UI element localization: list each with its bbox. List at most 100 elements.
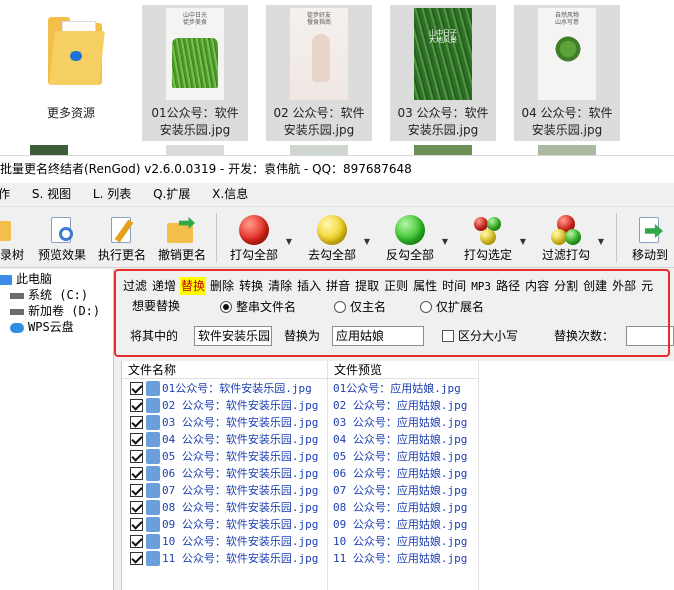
replace-input[interactable]: 应用姑娘 <box>332 326 424 346</box>
column-header-preview[interactable]: 文件预览 <box>328 361 478 379</box>
row-checkbox[interactable] <box>130 450 143 463</box>
image-file-icon <box>146 449 160 464</box>
image-tile-03[interactable]: 山中日子 大地风景 03 公众号：软件 安装乐园.jpg <box>390 5 496 141</box>
tile-label-line1: 03 公众号：软件 <box>397 106 489 120</box>
image-tile-02[interactable]: 徒步好友 慢食指南 02 公众号：软件 安装乐园.jpg <box>266 5 372 141</box>
check-selected-button[interactable]: 打勾选定 ▼ <box>462 213 526 267</box>
file-name: 09 公众号：软件安装乐园.jpg <box>162 518 319 531</box>
file-preview: 11 公众号：应用姑娘.jpg <box>333 552 468 565</box>
file-name: 05 公众号：软件安装乐园.jpg <box>162 450 319 463</box>
tab-attributes[interactable]: 属性 <box>412 277 438 295</box>
window-title-text: 批量更名终结者(RenGod) v2.6.0.0319 - 开发：袁伟航 - Q… <box>0 162 412 176</box>
image-file-icon <box>146 500 160 515</box>
chevron-down-icon[interactable]: ▼ <box>442 237 448 246</box>
preview-icon <box>47 215 77 245</box>
tab-clear[interactable]: 清除 <box>267 277 293 295</box>
directory-tree-button[interactable]: 录树 <box>0 213 30 267</box>
tree-item-drive-c[interactable]: 系统 (C:) <box>10 287 88 303</box>
tab-filter[interactable]: 过滤 <box>122 277 148 295</box>
table-row[interactable]: 04 公众号：软件安装乐园.jpg 04 公众号：应用姑娘.jpg <box>122 431 674 448</box>
table-row[interactable]: 08 公众号：软件安装乐园.jpg 08 公众号：应用姑娘.jpg <box>122 499 674 516</box>
tab-extract[interactable]: 提取 <box>354 277 380 295</box>
file-preview: 02 公众号：应用姑娘.jpg <box>333 399 468 412</box>
row-checkbox[interactable] <box>130 484 143 497</box>
chevron-down-icon[interactable]: ▼ <box>598 237 604 246</box>
tab-regex[interactable]: 正则 <box>383 277 409 295</box>
row-checkbox[interactable] <box>130 501 143 514</box>
tab-mp3[interactable]: MP3 <box>470 278 492 296</box>
cloud-icon <box>10 322 24 333</box>
image-thumbnail: 山中日光 徒步美食 <box>166 8 224 100</box>
rename-icon <box>107 215 137 245</box>
tile-label-line2: 安装乐园.jpg <box>531 123 603 137</box>
tab-split[interactable]: 分割 <box>553 277 579 295</box>
radio-extension-only[interactable]: 仅扩展名 <box>420 299 484 315</box>
table-row[interactable]: 01公众号：软件安装乐园.jpg 01公众号：应用姑娘.jpg <box>122 380 674 397</box>
invert-check-button[interactable]: 反勾全部 ▼ <box>384 213 448 267</box>
row-checkbox[interactable] <box>130 416 143 429</box>
row-checkbox[interactable] <box>130 518 143 531</box>
execute-rename-button[interactable]: 执行更名 <box>98 213 146 267</box>
image-thumbnail: 山中日子 大地风景 <box>414 8 472 100</box>
image-tile-01[interactable]: 山中日光 徒步美食 01公众号：软件 安装乐园.jpg <box>142 5 248 141</box>
table-row[interactable]: 06 公众号：软件安装乐园.jpg 06 公众号：应用姑娘.jpg <box>122 465 674 482</box>
table-row[interactable]: 05 公众号：软件安装乐园.jpg 05 公众号：应用姑娘.jpg <box>122 448 674 465</box>
rename-options-panel: 过滤 递增 替换 删除 转换 清除 插入 拼音 提取 正则 属性 时间 MP3 路径 内容 分割 创建 外部元 想… <box>114 269 674 359</box>
case-sensitive-checkbox[interactable]: 区分大小写 <box>442 327 518 345</box>
row-checkbox[interactable] <box>130 552 143 565</box>
image-tile-04[interactable]: 自然风物 山水写意 04 公众号：软件 安装乐园.jpg <box>514 5 620 141</box>
row-checkbox[interactable] <box>130 467 143 480</box>
table-row[interactable]: 03 公众号：软件安装乐园.jpg 03 公众号：应用姑娘.jpg <box>122 414 674 431</box>
folder-tile-more-resources[interactable]: 更多资源 <box>18 5 124 141</box>
row-checkbox[interactable] <box>130 433 143 446</box>
tab-delete[interactable]: 删除 <box>209 277 235 295</box>
check-all-button[interactable]: 打勾全部 ▼ <box>228 213 292 267</box>
tab-content[interactable]: 内容 <box>524 277 550 295</box>
menu-info[interactable]: X.信息 <box>212 183 248 205</box>
column-header-filename[interactable]: 文件名称 <box>122 361 327 379</box>
yellow-ball-icon <box>317 215 347 245</box>
tab-increment[interactable]: 递增 <box>151 277 177 295</box>
tab-pinyin[interactable]: 拼音 <box>325 277 351 295</box>
tree-item-this-pc[interactable]: 此电脑 <box>0 271 52 287</box>
undo-rename-button[interactable]: 撤销更名 <box>158 213 206 267</box>
replace-scope-title: 想要替换 <box>132 299 181 313</box>
table-row[interactable]: 11 公众号：软件安装乐园.jpg 11 公众号：应用姑娘.jpg <box>122 550 674 567</box>
tab-replace[interactable]: 替换 <box>180 277 207 295</box>
radio-whole-filename[interactable]: 整串文件名 <box>220 299 296 315</box>
image-file-icon <box>146 534 160 549</box>
tab-insert[interactable]: 插入 <box>296 277 322 295</box>
uncheck-all-button[interactable]: 去勾全部 ▼ <box>306 213 370 267</box>
chevron-down-icon[interactable]: ▼ <box>364 237 370 246</box>
tab-create[interactable]: 创建 <box>582 277 608 295</box>
tab-external[interactable]: 外部 <box>611 277 637 295</box>
table-row[interactable]: 09 公众号：软件安装乐园.jpg 09 公众号：应用姑娘.jpg <box>122 516 674 533</box>
tree-item-drive-d[interactable]: 新加卷 (D:) <box>10 303 100 319</box>
move-to-button[interactable]: 移动到 <box>630 213 670 267</box>
next-row-thumbnails <box>0 145 674 155</box>
chevron-down-icon[interactable]: ▼ <box>520 237 526 246</box>
row-checkbox[interactable] <box>130 399 143 412</box>
menu-view[interactable]: S. 视图 <box>32 183 71 205</box>
preview-effect-button[interactable]: 预览效果 <box>38 213 86 267</box>
tab-time[interactable]: 时间 <box>441 277 467 295</box>
menu-extend[interactable]: Q.扩展 <box>153 183 190 205</box>
window-title: 批量更名终结者(RenGod) v2.6.0.0319 - 开发：袁伟航 - Q… <box>0 156 674 183</box>
find-input[interactable]: 软件安装乐园 <box>194 326 272 346</box>
table-row[interactable]: 02 公众号：软件安装乐园.jpg 02 公众号：应用姑娘.jpg <box>122 397 674 414</box>
radio-main-name-only[interactable]: 仅主名 <box>334 299 386 315</box>
row-checkbox[interactable] <box>130 535 143 548</box>
green-ball-icon <box>395 215 425 245</box>
tab-convert[interactable]: 转换 <box>238 277 264 295</box>
filter-check-button[interactable]: 过滤打勾 ▼ <box>540 213 604 267</box>
menu-action[interactable]: 作 <box>0 183 10 205</box>
menu-list[interactable]: L. 列表 <box>93 183 131 205</box>
tab-path[interactable]: 路径 <box>495 277 521 295</box>
replace-count-input[interactable] <box>626 326 674 346</box>
chevron-down-icon[interactable]: ▼ <box>286 237 292 246</box>
table-row[interactable]: 07 公众号：软件安装乐园.jpg 07 公众号：应用姑娘.jpg <box>122 482 674 499</box>
table-row[interactable]: 10 公众号：软件安装乐园.jpg 10 公众号：应用姑娘.jpg <box>122 533 674 550</box>
tree-item-wps-cloud[interactable]: WPS云盘 <box>10 319 74 335</box>
row-checkbox[interactable] <box>130 382 143 395</box>
tab-more[interactable]: 元 <box>640 277 654 295</box>
